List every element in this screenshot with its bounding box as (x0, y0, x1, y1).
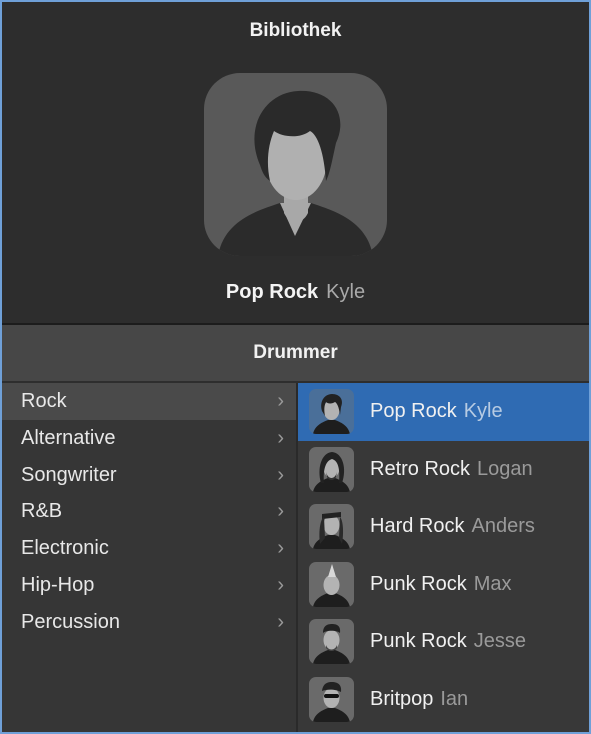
drummer-label: Pop Rock Kyle (370, 383, 503, 441)
drummer-style: Retro Rock (370, 457, 471, 480)
avatar (309, 446, 354, 492)
genre-item-rock[interactable]: Rock › (2, 383, 296, 420)
drummer-style: Britpop (370, 687, 434, 710)
drummer-list: Pop Rock Kyle Retro Rock Logan Hard Rock… (298, 383, 589, 732)
chevron-right-icon: › (277, 426, 284, 449)
avatar (309, 619, 354, 664)
drummer-style: Pop Rock (370, 400, 457, 422)
drummer-style: Punk Rock (370, 572, 467, 595)
drummer-label: Retro Rock Logan (370, 441, 533, 499)
drummer-label: Punk Rock Jesse (370, 613, 526, 671)
drummer-name: Ian (440, 687, 469, 710)
genre-label: Electronic (21, 537, 109, 560)
chevron-right-icon: › (277, 610, 284, 633)
drummer-item-logan[interactable]: Retro Rock Logan (298, 441, 589, 499)
library-panel: Bibliothek Pop Rock Kyle (2, 2, 589, 323)
genre-label: Alternative (21, 426, 116, 449)
library-selected-name: Kyle (326, 281, 366, 303)
genre-item-hip-hop[interactable]: Hip-Hop › (2, 567, 296, 604)
drummer-item-kyle[interactable]: Pop Rock Kyle (298, 383, 589, 441)
genre-label: Rock (21, 390, 67, 412)
drummer-name: Jesse (473, 630, 526, 652)
genre-list: Rock › Alternative › Songwriter › R&B › … (2, 383, 296, 732)
chevron-right-icon: › (277, 463, 284, 486)
genre-item-alternative[interactable]: Alternative › (2, 420, 296, 457)
drummer-library-window: Bibliothek Pop Rock Kyle Drummer Rock › A… (0, 0, 591, 734)
drummer-style: Punk Rock (370, 630, 467, 652)
drummer-header: Drummer (2, 325, 589, 381)
genre-item-rnb[interactable]: R&B › (2, 493, 296, 530)
drummer-name: Kyle (463, 400, 503, 422)
drummer-label: Britpop Ian (370, 671, 468, 729)
drummer-name: Max (473, 572, 512, 595)
genre-item-electronic[interactable]: Electronic › (2, 530, 296, 567)
genre-item-percussion[interactable]: Percussion › (2, 604, 296, 641)
chevron-right-icon: › (277, 390, 284, 412)
chevron-right-icon: › (277, 500, 284, 523)
genre-label: Hip-Hop (21, 573, 95, 596)
drummer-label: Punk Rock Max (370, 556, 512, 614)
genre-label: R&B (21, 500, 63, 523)
drummer-label: Hard Rock Anders (370, 498, 535, 556)
library-selected-style: Pop Rock (225, 281, 319, 303)
drummer-item-jesse[interactable]: Punk Rock Jesse (298, 613, 589, 671)
drummer-item-ian[interactable]: Britpop Ian (298, 671, 589, 729)
genre-label: Songwriter (21, 463, 117, 486)
drummer-item-max[interactable]: Punk Rock Max (298, 556, 589, 614)
drummer-item-anders[interactable]: Hard Rock Anders (298, 498, 589, 556)
avatar (309, 561, 354, 607)
chevron-right-icon: › (277, 537, 284, 560)
library-title: Bibliothek (249, 20, 342, 41)
genre-item-songwriter[interactable]: Songwriter › (2, 457, 296, 494)
avatar (309, 504, 354, 549)
library-selected-caption: Pop Rock Kyle (2, 281, 589, 304)
drummer-portrait-icon (204, 73, 387, 256)
avatar (309, 389, 354, 434)
avatar (309, 676, 354, 722)
drummer-style: Hard Rock (370, 515, 465, 537)
drummer-name: Anders (471, 515, 535, 537)
chevron-right-icon: › (277, 573, 284, 596)
drummer-name: Logan (477, 457, 533, 480)
genre-label: Percussion (21, 610, 120, 633)
